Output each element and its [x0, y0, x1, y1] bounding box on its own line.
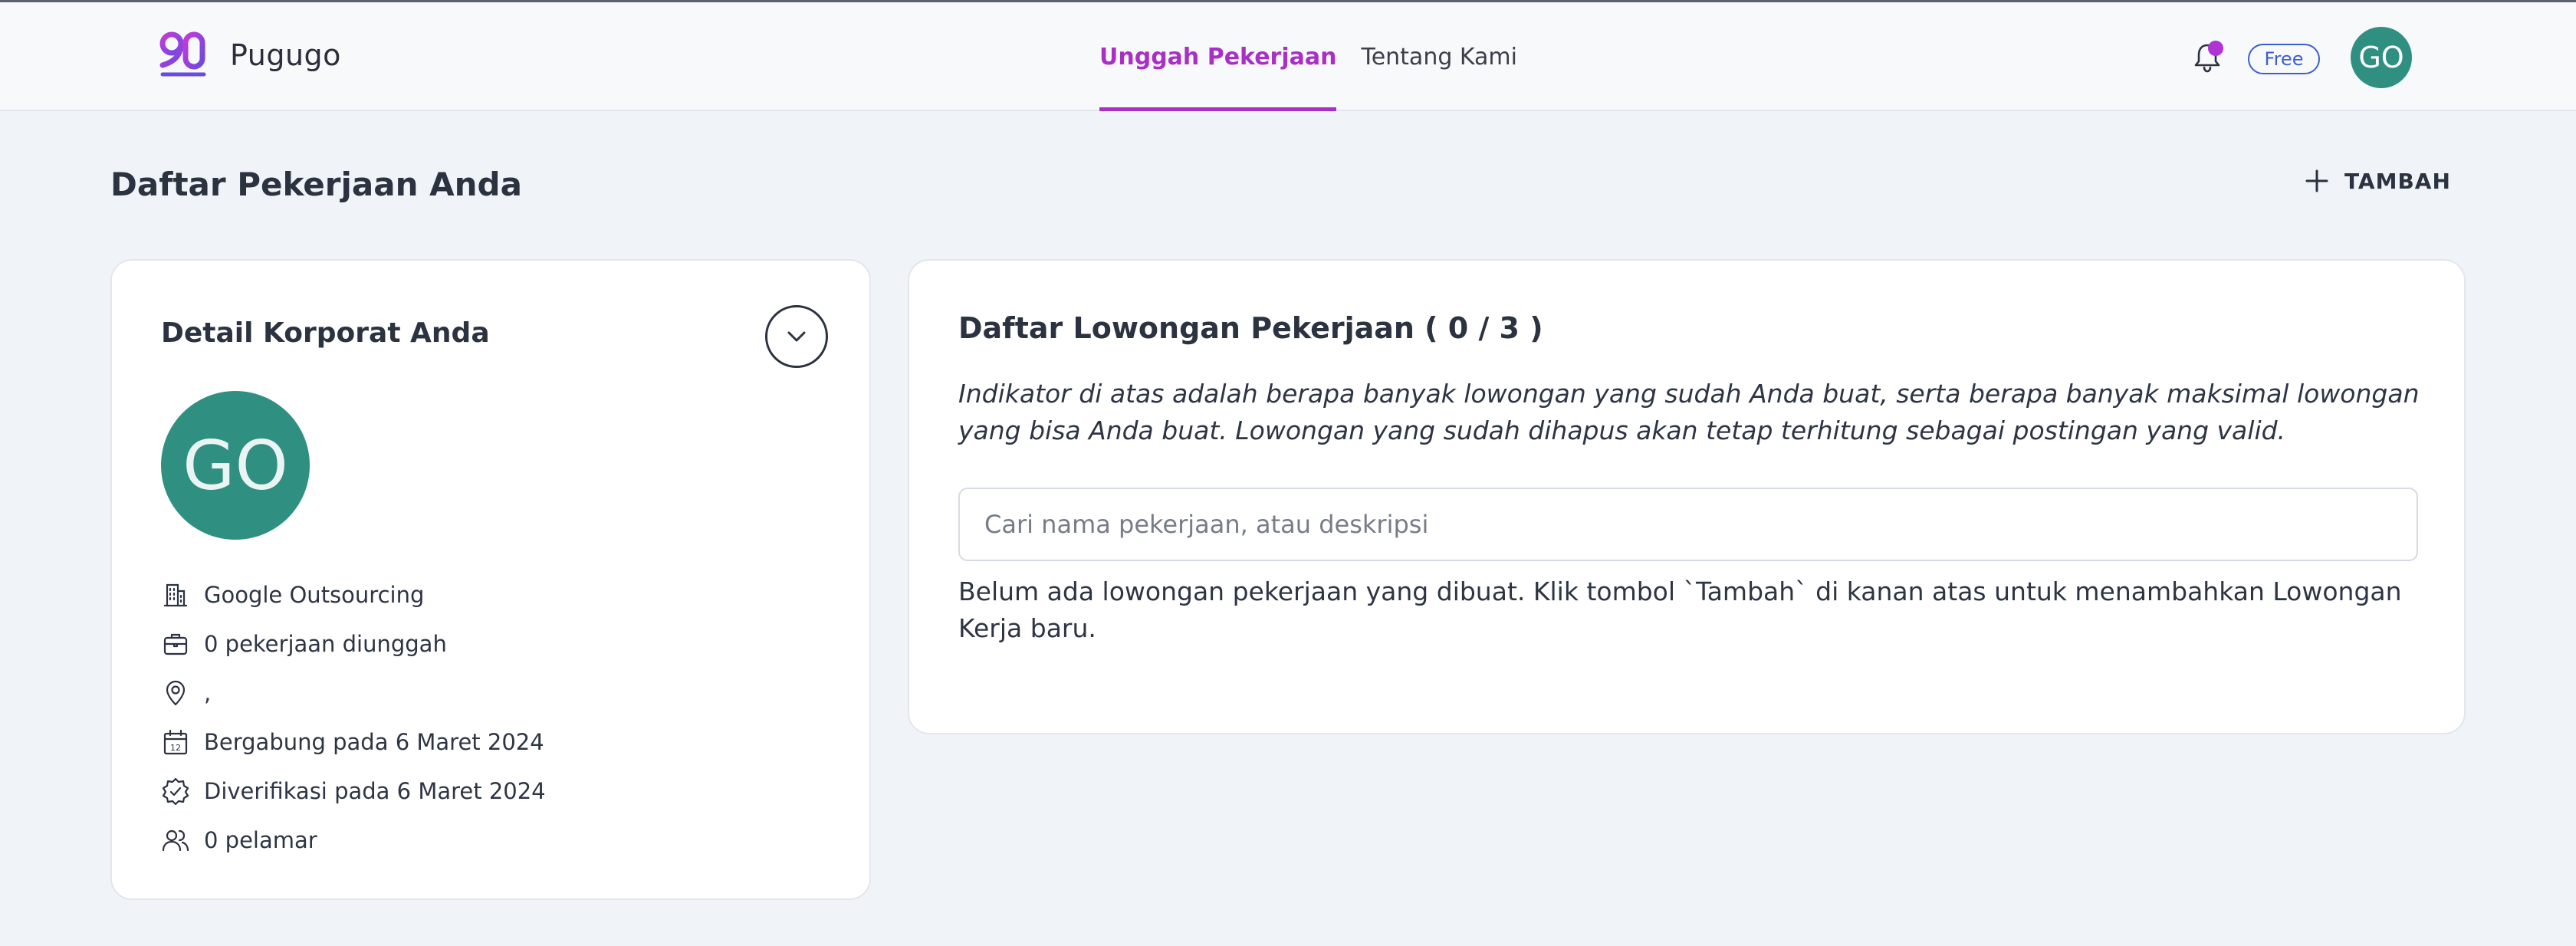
plus-icon — [2305, 169, 2328, 192]
svg-text:12: 12 — [170, 743, 181, 753]
verified-badge-icon — [162, 777, 189, 806]
notification-button[interactable] — [2188, 38, 2226, 76]
briefcase-icon — [163, 633, 188, 655]
info-jobs-uploaded: 0 pekerjaan diunggah — [161, 619, 820, 668]
corporate-avatar: GO — [161, 391, 310, 540]
empty-jobs-message: Belum ada lowongan pekerjaan yang dibuat… — [958, 576, 2402, 643]
users-icon — [162, 829, 189, 852]
brand-name: Pugugo — [230, 38, 341, 72]
expand-toggle-button[interactable] — [765, 305, 828, 368]
job-search-input[interactable] — [958, 488, 2418, 561]
verified-date: Diverifikasi pada 6 Maret 2024 — [204, 778, 546, 804]
job-listings-card: Daftar Lowongan Pekerjaan ( 0 / 3 ) Indi… — [908, 259, 2466, 734]
pugugo-logo-icon — [159, 31, 206, 77]
add-job-label: TAMBAH — [2344, 168, 2451, 194]
info-verified-date: Diverifikasi pada 6 Maret 2024 — [161, 767, 820, 816]
plan-badge: Free — [2248, 44, 2320, 74]
info-applicants: 0 pelamar — [161, 816, 820, 865]
info-location: , — [161, 668, 820, 718]
nav-item-tentang-kami[interactable]: Tentang Kami — [1361, 2, 1517, 111]
corporate-detail-title: Detail Korporat Anda — [161, 317, 490, 349]
top-navbar: Pugugo Unggah Pekerjaan Tentang Kami Fre… — [0, 2, 2576, 111]
corporate-detail-card: Detail Korporat Anda GO Google Outsourci… — [110, 259, 871, 900]
calendar-icon: 12 — [163, 729, 188, 755]
location-text: , — [204, 680, 212, 706]
brand[interactable]: Pugugo — [158, 30, 341, 80]
location-pin-icon — [166, 680, 186, 706]
notification-dot — [2208, 41, 2223, 56]
job-quota-description: Indikator di atas adalah berapa banyak l… — [958, 379, 2420, 445]
info-joined-date: 12 Bergabung pada 6 Maret 2024 — [161, 718, 820, 767]
building-icon — [163, 583, 188, 607]
nav-item-unggah-pekerjaan[interactable]: Unggah Pekerjaan — [1099, 2, 1337, 111]
main-nav: Unggah Pekerjaan Tentang Kami — [1099, 2, 1542, 111]
applicants-count: 0 pelamar — [204, 827, 317, 853]
add-job-button[interactable]: TAMBAH — [2303, 167, 2451, 195]
user-avatar[interactable]: GO — [2351, 27, 2412, 88]
company-name: Google Outsourcing — [204, 582, 425, 608]
info-company: Google Outsourcing — [161, 570, 820, 619]
job-listings-title: Daftar Lowongan Pekerjaan ( 0 / 3 ) — [958, 311, 1543, 345]
jobs-uploaded-count: 0 pekerjaan diunggah — [204, 631, 447, 657]
chevron-down-icon — [787, 331, 806, 342]
joined-date: Bergabung pada 6 Maret 2024 — [204, 729, 544, 755]
corporate-info-list: Google Outsourcing 0 pekerjaan diunggah … — [161, 570, 820, 865]
page-title: Daftar Pekerjaan Anda — [110, 166, 522, 203]
